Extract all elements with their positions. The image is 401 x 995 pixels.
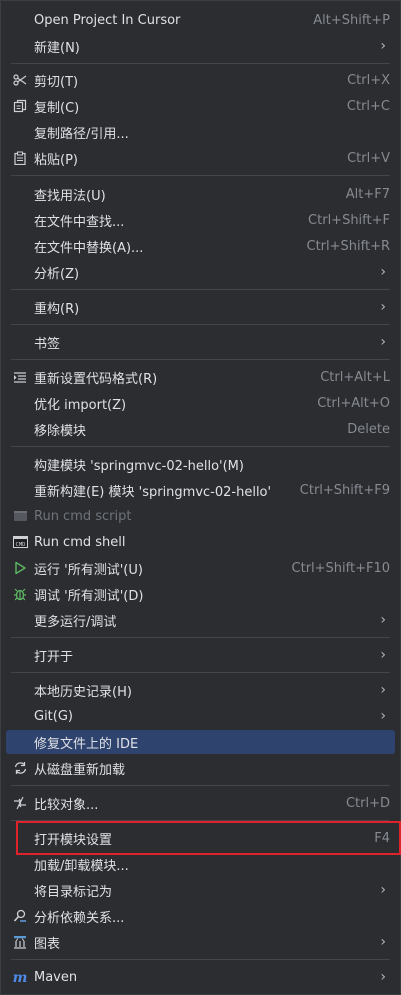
menu-separator [11,175,390,176]
chevron-right-icon: › [380,612,386,628]
menu-item-remove-module[interactable]: 移除模块 Delete [6,417,395,441]
menu-item-optimize-imports[interactable]: 优化 import(Z) Ctrl+Alt+O [6,391,395,415]
menu-item-debug-all-tests[interactable]: 调试 '所有测试'(D) [6,582,395,606]
refresh-icon [12,760,28,776]
menu-item-more-run-debug[interactable]: 更多运行/调试 › [6,608,395,632]
menu-item-find-usages[interactable]: 查找用法(U) Alt+F7 [6,182,395,206]
menu-item-cut[interactable]: 剪切(T) Ctrl+X [6,68,395,92]
menu-separator [11,63,390,64]
menu-separator [11,959,390,960]
chevron-right-icon: › [380,969,386,985]
menu-item-run-cmd-script: Run cmd script [6,504,395,528]
svg-text:m: m [13,970,28,984]
menu-separator [11,637,390,638]
menu-item-run-cmd-shell[interactable]: CMD Run cmd shell [6,530,395,554]
menu-item-copy[interactable]: 复制(C) Ctrl+C [6,94,395,118]
reformat-icon [12,369,28,385]
menu-item-copy-path[interactable]: 复制路径/引用... [6,120,395,144]
chevron-right-icon: › [380,647,386,663]
menu-item-new[interactable]: 新建(N) › [6,34,395,58]
cmd-icon: CMD [12,534,28,550]
menu-item-open-in[interactable]: 打开于 › [6,643,395,667]
chevron-right-icon: › [380,934,386,950]
dependency-search-icon [12,908,28,924]
menu-item-build-module[interactable]: 构建模块 'springmvc-02-hello'(M) [6,452,395,476]
menu-item-find-in-files[interactable]: 在文件中查找... Ctrl+Shift+F [6,208,395,232]
menu-separator [11,324,390,325]
menu-item-refactor[interactable]: 重构(R) › [6,295,395,319]
menu-item-run-all-tests[interactable]: 运行 '所有测试'(U) Ctrl+Shift+F10 [6,556,395,580]
menu-item-diagrams[interactable]: 图表 › [6,930,395,954]
menu-item-bookmarks[interactable]: 书签 › [6,330,395,354]
chevron-right-icon: › [380,38,386,54]
menu-item-paste[interactable]: 粘贴(P) Ctrl+V [6,146,395,170]
paste-icon [12,150,28,166]
scissors-icon [12,72,28,88]
chevron-right-icon: › [380,334,386,350]
menu-item-analyze[interactable]: 分析(Z) › [6,260,395,284]
context-menu: Open Project In Cursor Alt+Shift+P 新建(N)… [0,0,401,995]
terminal-icon [12,508,28,524]
menu-item-open-module-settings[interactable]: 打开模块设置 F4 [6,826,395,850]
menu-separator [11,785,390,786]
compare-icon [12,795,28,811]
menu-item-local-history[interactable]: 本地历史记录(H) › [6,678,395,702]
chevron-right-icon: › [380,682,386,698]
menu-separator [11,672,390,673]
menu-item-reformat-code[interactable]: 重新设置代码格式(R) Ctrl+Alt+L [6,365,395,389]
bug-icon [12,586,28,602]
menu-item-mark-directory-as[interactable]: 将目录标记为 › [6,878,395,902]
menu-item-maven[interactable]: m Maven › [6,965,395,989]
menu-item-rebuild-module[interactable]: 重新构建(E) 模块 'springmvc-02-hello' Ctrl+Shi… [6,478,395,502]
chevron-right-icon: › [380,882,386,898]
menu-separator [11,359,390,360]
play-icon [12,560,28,576]
menu-item-analyze-dependencies[interactable]: 分析依赖关系... [6,904,395,928]
svg-text:CMD: CMD [15,542,25,548]
menu-separator [11,446,390,447]
menu-item-reload-from-disk[interactable]: 从磁盘重新加载 [6,756,395,780]
menu-item-git[interactable]: Git(G) › [6,704,395,728]
menu-item-open-in-cursor[interactable]: Open Project In Cursor Alt+Shift+P [6,8,395,32]
diagram-icon [12,934,28,950]
menu-item-compare-with[interactable]: 比较对象... Ctrl+D [6,791,395,815]
maven-icon: m [12,969,28,985]
chevron-right-icon: › [380,708,386,724]
copy-icon [12,98,28,114]
menu-item-load-unload-modules[interactable]: 加载/卸载模块... [6,852,395,876]
menu-separator [11,820,390,821]
menu-item-fix-ide[interactable]: 修复文件上的 IDE [6,730,395,754]
menu-separator [11,289,390,290]
menu-item-replace-in-files[interactable]: 在文件中替换(A)... Ctrl+Shift+R [6,234,395,258]
chevron-right-icon: › [380,264,386,280]
chevron-right-icon: › [380,299,386,315]
